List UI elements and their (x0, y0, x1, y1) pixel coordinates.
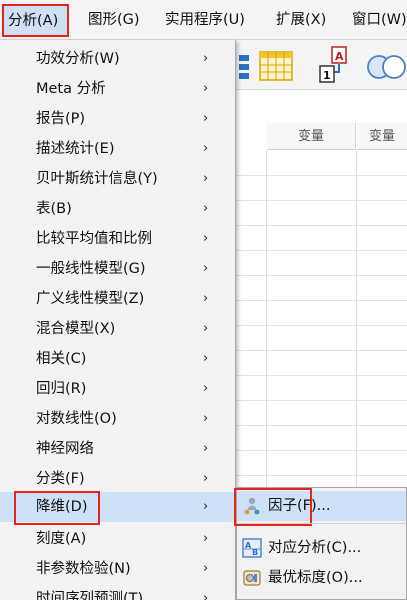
menu-item-forecasting[interactable]: 时间序列预测(T) › (0, 584, 235, 600)
menu-item-tables[interactable]: 表(B) › (0, 194, 235, 224)
chevron-right-icon: › (203, 141, 209, 156)
chevron-right-icon: › (203, 531, 209, 546)
submenu-item-optimal-scaling[interactable]: 最优标度(O)... (237, 563, 406, 593)
grid-line (236, 375, 407, 376)
chevron-right-icon: › (203, 321, 209, 336)
grid-line (236, 325, 407, 326)
menu-item-bayesian-statistics[interactable]: 贝叶斯统计信息(Y) › (0, 164, 235, 194)
menu-item-meta-analysis[interactable]: Meta 分析 › (0, 74, 235, 104)
menu-window[interactable]: 窗口(W) (352, 8, 407, 32)
menu-item-correlate[interactable]: 相关(C) › (0, 344, 235, 374)
menu-item-general-linear-model[interactable]: 一般线性模型(G) › (0, 254, 235, 284)
menu-item-mixed-models[interactable]: 混合模型(X) › (0, 314, 235, 344)
submenu-item-factor[interactable]: 因子(F)... (234, 488, 406, 526)
chevron-right-icon: › (203, 471, 209, 486)
grid-line (236, 350, 407, 351)
menu-item-dimension-reduction[interactable]: 降维(D) › (0, 491, 235, 525)
grid-line (236, 450, 407, 451)
grid-line (236, 400, 407, 401)
menu-analyze[interactable]: 分析(A) (2, 4, 69, 37)
menu-item-loglinear[interactable]: 对数线性(O) › (0, 404, 235, 434)
chevron-right-icon: › (203, 171, 209, 186)
grid-line (236, 275, 407, 276)
value-labels-icon[interactable]: A 1 (318, 46, 358, 88)
column-header[interactable]: 变量 (357, 123, 407, 150)
dimension-reduction-submenu: 因子(F)... A B 对应分析(C)... 最优标度(O)... (234, 487, 407, 600)
grid-line (236, 300, 407, 301)
chevron-right-icon: › (203, 441, 209, 456)
chevron-right-icon: › (203, 291, 209, 306)
correspondence-analysis-icon: A B (242, 538, 262, 558)
menu-item-generalized-linear-models[interactable]: 广义线性模型(Z) › (0, 284, 235, 314)
variable-list-icon[interactable] (238, 54, 250, 86)
chevron-right-icon: › (203, 381, 209, 396)
chevron-right-icon: › (203, 591, 209, 600)
menu-item-regression[interactable]: 回归(R) › (0, 374, 235, 404)
svg-text:A: A (335, 50, 344, 63)
menu-extensions[interactable]: 扩展(X) (276, 8, 326, 32)
submenu-item-correspondence-analysis[interactable]: A B 对应分析(C)... (237, 533, 406, 563)
chevron-right-icon: › (203, 51, 209, 66)
menu-bar: 分析(A) 图形(G) 实用程序(U) 扩展(X) 窗口(W) (0, 0, 407, 40)
spreadsheet-icon[interactable] (259, 51, 293, 85)
menu-item-nonparametric-tests[interactable]: 非参数检验(N) › (0, 554, 235, 584)
chevron-right-icon: › (203, 231, 209, 246)
chevron-right-icon: › (203, 81, 209, 96)
menu-item-descriptive-statistics[interactable]: 描述统计(E) › (0, 134, 235, 164)
chevron-right-icon: › (203, 261, 209, 276)
use-sets-icon[interactable] (366, 52, 406, 86)
menu-item-reports[interactable]: 报告(P) › (0, 104, 235, 134)
menu-graphs[interactable]: 图形(G) (88, 8, 140, 32)
optimal-scaling-icon (242, 568, 262, 588)
column-header[interactable]: 变量 (267, 123, 356, 150)
grid-line (236, 200, 407, 201)
menu-item-power-analysis[interactable]: 功效分析(W) › (0, 44, 235, 74)
grid-line (236, 250, 407, 251)
chevron-right-icon: › (203, 411, 209, 426)
menu-item-neural-networks[interactable]: 神经网络 › (0, 434, 235, 464)
chevron-right-icon: › (203, 561, 209, 576)
svg-text:1: 1 (323, 69, 331, 82)
chevron-right-icon: › (203, 111, 209, 126)
menu-item-scale[interactable]: 刻度(A) › (0, 524, 235, 554)
factor-analysis-icon (242, 496, 262, 516)
chevron-right-icon: › (203, 351, 209, 366)
menu-item-compare-means[interactable]: 比较平均值和比例 › (0, 224, 235, 254)
analyze-dropdown-menu: 功效分析(W) › Meta 分析 › 报告(P) › 描述统计(E) › 贝叶… (0, 40, 236, 600)
grid-line (236, 175, 407, 176)
chevron-right-icon: › (203, 201, 209, 216)
menu-item-classify[interactable]: 分类(F) › (0, 464, 235, 494)
menu-separator (237, 523, 406, 524)
chevron-right-icon: › (203, 499, 209, 514)
menu-utilities[interactable]: 实用程序(U) (165, 8, 245, 32)
grid-line (236, 475, 407, 476)
grid-line (236, 225, 407, 226)
grid-line (236, 425, 407, 426)
